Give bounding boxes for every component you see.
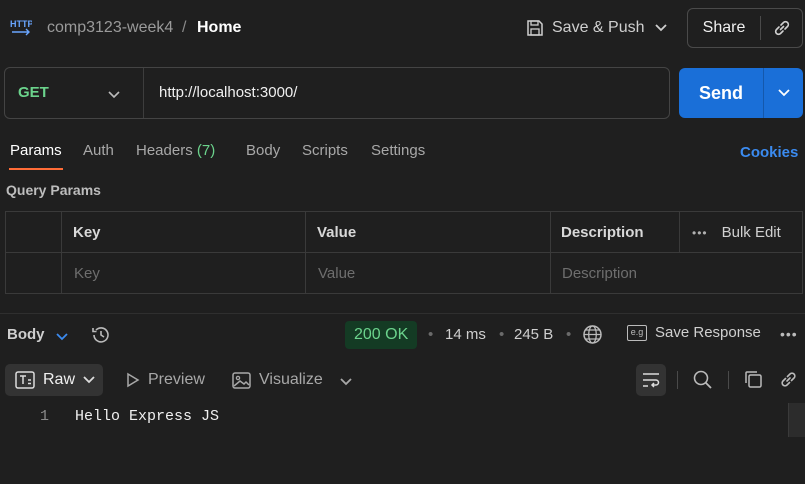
method-chevron-down-icon[interactable] [108, 86, 120, 103]
tab-params[interactable]: Params [10, 142, 62, 159]
copy-link-button[interactable] [761, 18, 802, 38]
visualize-chevron-down-icon[interactable] [340, 373, 352, 390]
search-icon[interactable] [692, 369, 713, 394]
raw-format-select[interactable]: Raw [5, 364, 103, 396]
tab-body[interactable]: Body [246, 142, 280, 159]
copy-icon[interactable] [743, 369, 764, 394]
description-input[interactable]: Description [562, 265, 637, 282]
send-button[interactable]: Send [679, 83, 763, 104]
scrollbar[interactable] [788, 403, 805, 437]
url-divider [143, 68, 144, 118]
breadcrumb-separator: / [182, 19, 187, 36]
chevron-down-icon [83, 376, 95, 384]
preview-label: Preview [148, 371, 205, 388]
response-body-text[interactable]: Hello Express JS [75, 408, 219, 425]
method-select[interactable]: GET [18, 84, 49, 101]
url-input[interactable] [159, 84, 649, 101]
tab-settings[interactable]: Settings [371, 142, 425, 159]
value-input[interactable]: Value [318, 265, 355, 282]
tab-auth[interactable]: Auth [83, 142, 114, 159]
globe-icon[interactable] [582, 324, 603, 349]
save-push-label: Save & Push [552, 19, 645, 36]
separator-dot: • [499, 326, 505, 343]
share-button-group: Share [687, 8, 803, 48]
preview-button[interactable]: Preview [126, 371, 205, 389]
more-options-icon[interactable]: ••• [780, 326, 798, 342]
save-push-button[interactable]: Save & Push [518, 12, 653, 44]
column-header-value: Value [317, 224, 357, 241]
wrap-lines-icon [643, 373, 660, 388]
example-icon: e.g [627, 324, 647, 341]
send-options-button[interactable] [764, 89, 803, 97]
response-time[interactable]: 14 ms [445, 326, 486, 343]
more-options-icon: ••• [692, 226, 708, 240]
cookies-link[interactable]: Cookies [740, 144, 798, 161]
separator-dot: • [428, 326, 434, 343]
key-input[interactable]: Key [74, 265, 100, 282]
visualize-button[interactable]: Visualize [232, 371, 323, 389]
save-icon [527, 20, 543, 36]
link-icon[interactable] [778, 369, 799, 394]
visualize-label: Visualize [259, 371, 323, 388]
response-divider [0, 313, 805, 314]
toolbar-divider [728, 371, 729, 389]
svg-text:HTTP: HTTP [10, 19, 32, 29]
active-tab-indicator [9, 168, 63, 170]
query-params-table: Key Value Description ••• Bulk Edit Key V… [5, 211, 803, 294]
headers-count: (7) [196, 142, 216, 159]
response-size[interactable]: 245 B [514, 326, 553, 343]
column-header-key: Key [73, 224, 101, 241]
table-divider [6, 252, 802, 253]
tab-headers-label: Headers [136, 142, 193, 159]
breadcrumb-collection[interactable]: comp3123-week4 [47, 19, 173, 37]
save-response-label: Save Response [655, 324, 761, 341]
line-number: 1 [40, 408, 50, 425]
bulk-edit-button[interactable]: ••• Bulk Edit [692, 224, 781, 241]
history-icon[interactable] [90, 324, 112, 350]
bulk-edit-label: Bulk Edit [721, 224, 781, 241]
wrap-lines-button[interactable] [636, 364, 666, 396]
tab-scripts[interactable]: Scripts [302, 142, 348, 159]
link-icon [774, 20, 789, 36]
raw-label: Raw [43, 371, 76, 388]
column-header-description: Description [561, 224, 644, 241]
status-badge[interactable]: 200 OK [345, 321, 418, 349]
send-button-group: Send [679, 68, 803, 118]
separator-dot: • [566, 326, 572, 343]
toolbar-divider [677, 371, 678, 389]
chevron-down-icon [655, 24, 667, 32]
save-response-button[interactable]: e.g Save Response [627, 324, 761, 341]
share-button[interactable]: Share [688, 19, 760, 37]
response-body-chevron-down-icon[interactable] [56, 328, 68, 345]
chevron-down-icon [777, 89, 790, 97]
play-icon [127, 372, 140, 388]
tab-headers[interactable]: Headers (7) [136, 142, 215, 159]
image-icon [232, 371, 251, 389]
save-options-button[interactable] [648, 12, 674, 44]
page-title[interactable]: Home [197, 19, 241, 37]
query-params-title: Query Params [6, 182, 101, 198]
text-format-icon [15, 371, 35, 389]
http-icon: HTTP [10, 17, 34, 39]
table-divider [679, 212, 680, 252]
response-body-label[interactable]: Body [7, 326, 45, 343]
